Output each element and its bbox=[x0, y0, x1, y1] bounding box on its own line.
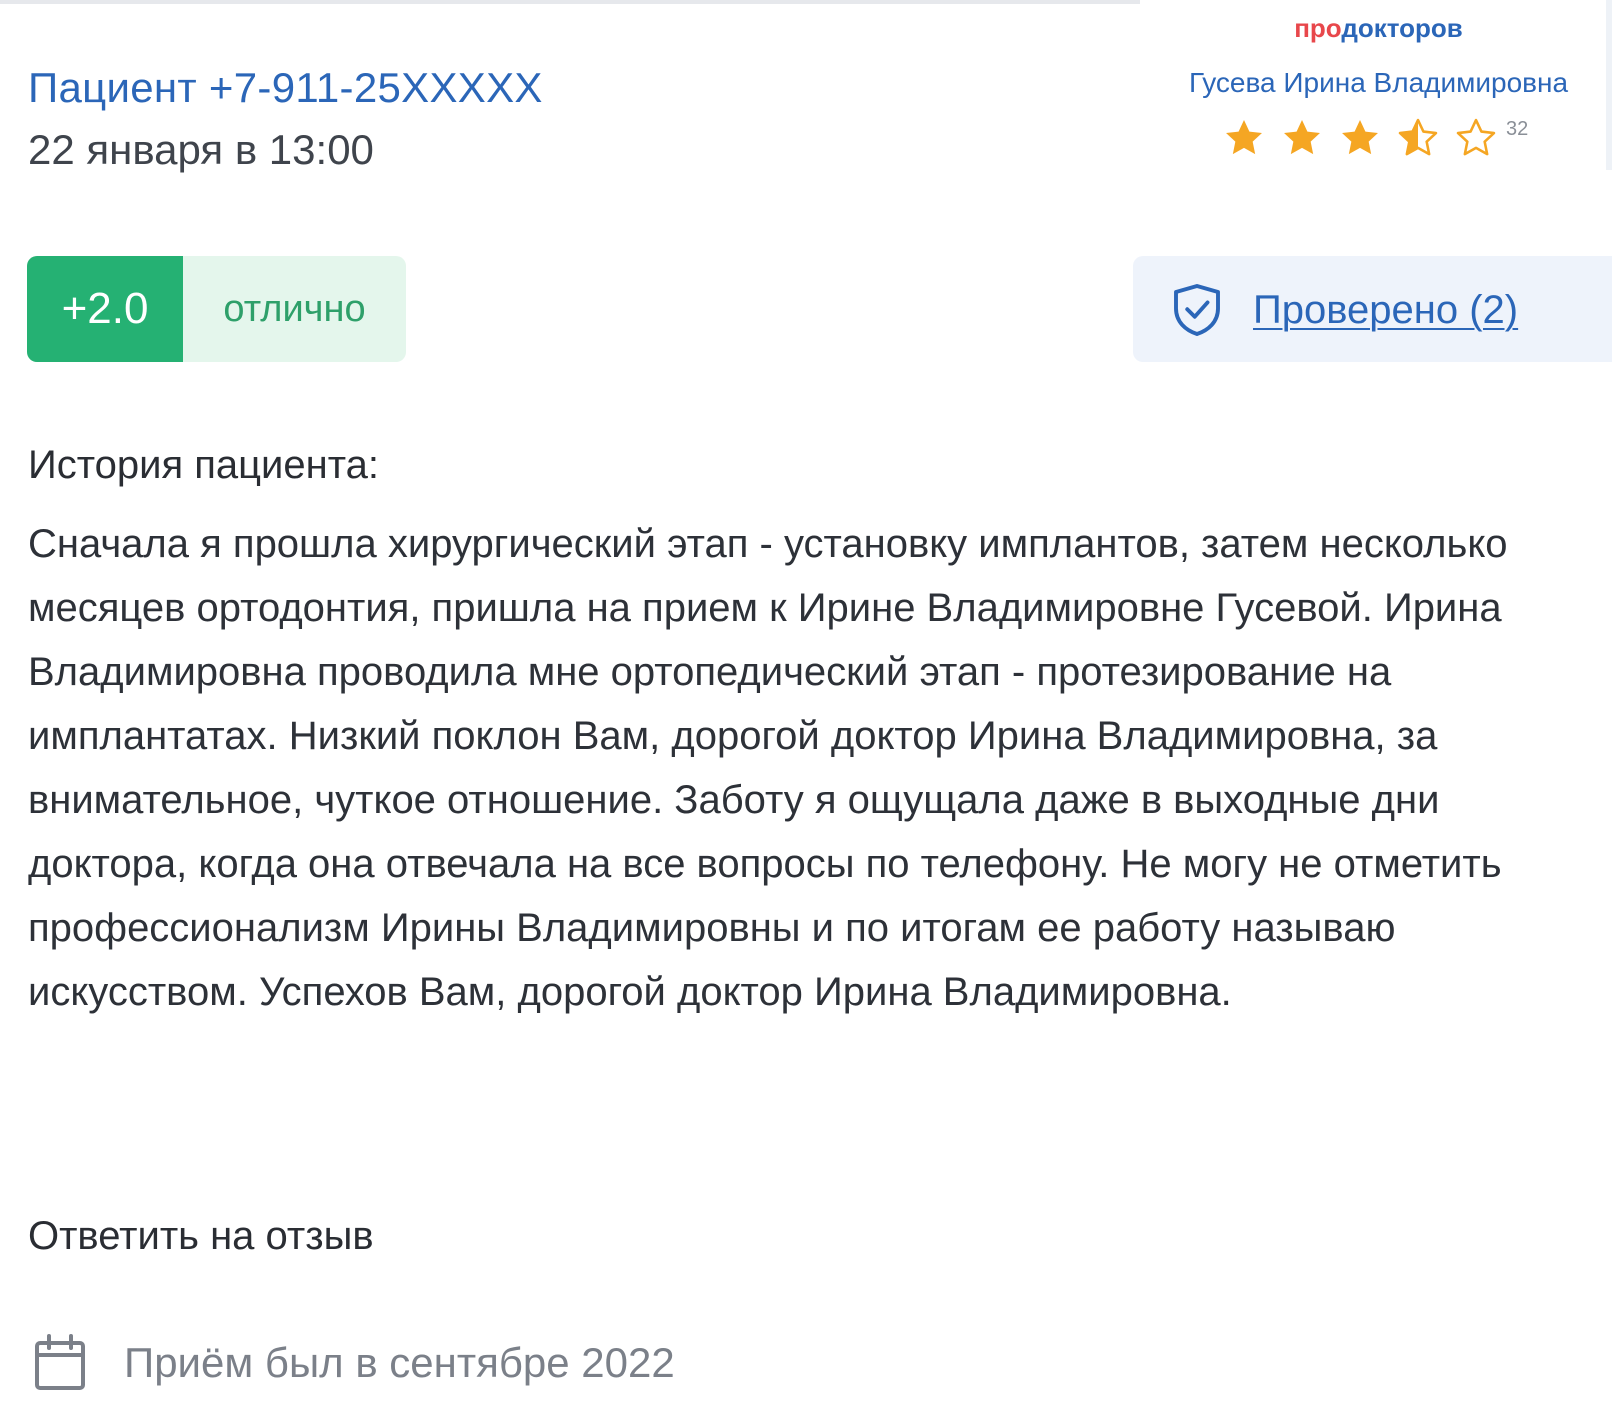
prodoctorov-logo: продокторов bbox=[1145, 12, 1612, 44]
prodoctorov-widget[interactable]: продокторов Гусева Ирина Владимировна 32 bbox=[1145, 0, 1612, 170]
logo-part-pro: про bbox=[1294, 13, 1342, 43]
star-half-icon bbox=[1396, 116, 1440, 160]
widget-edge bbox=[1606, 0, 1612, 170]
visit-date-text: Приём был в сентябре 2022 bbox=[124, 1339, 675, 1386]
star-empty-icon bbox=[1454, 116, 1498, 160]
review-date: 22 января в 13:00 bbox=[28, 126, 374, 173]
star-icon bbox=[1222, 116, 1266, 160]
verified-badge[interactable]: Проверено (2) bbox=[1133, 256, 1612, 362]
logo-part-doctors: докторов bbox=[1341, 13, 1463, 43]
patient-name[interactable]: Пациент +7-911-25XXXXX bbox=[28, 62, 543, 114]
calendar-icon bbox=[34, 1334, 86, 1392]
star-rating: 32 bbox=[1222, 112, 1528, 164]
score-value: +2.0 bbox=[27, 256, 183, 362]
top-divider bbox=[0, 0, 1140, 4]
review-text: Сначала я прошла хирургический этап - ус… bbox=[28, 522, 1508, 1014]
star-icon bbox=[1338, 116, 1382, 160]
visit-info: Приём был в сентябре 2022 bbox=[34, 1334, 675, 1392]
widget-doctor-name[interactable]: Гусева Ирина Владимировна bbox=[1145, 66, 1612, 100]
verified-link[interactable]: Проверено (2) bbox=[1253, 282, 1518, 338]
reviews-count: 32 bbox=[1506, 117, 1529, 140]
score-label: отлично bbox=[223, 288, 366, 330]
score-badge: +2.0 отлично bbox=[27, 256, 406, 362]
reply-button[interactable]: Ответить на отзыв bbox=[28, 1208, 374, 1264]
history-title: История пациента: bbox=[28, 443, 379, 487]
star-icon bbox=[1280, 116, 1324, 160]
shield-check-icon bbox=[1167, 280, 1227, 340]
review-header: Пациент +7-911-25XXXXX 22 января в 13:00 bbox=[28, 62, 543, 176]
